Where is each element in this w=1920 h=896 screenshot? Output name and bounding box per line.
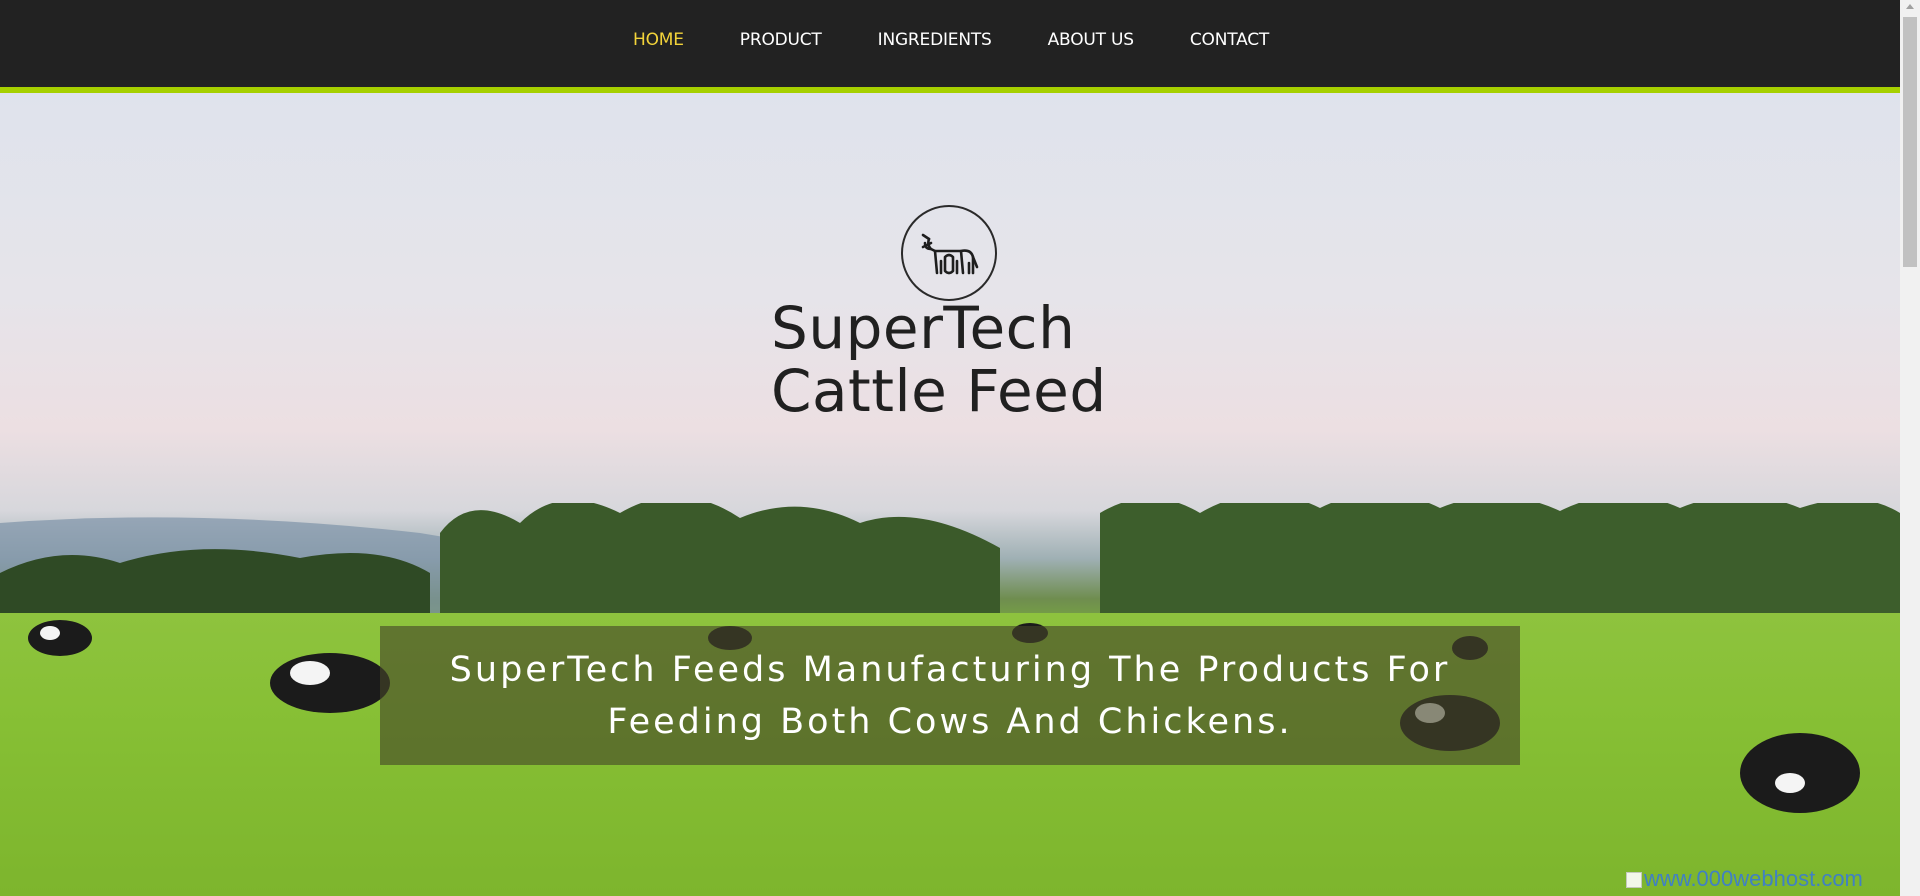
brand-title: SuperTech Cattle Feed	[771, 297, 1191, 423]
watermark-text: www.000webhost.com	[1644, 866, 1863, 891]
top-navbar: HOME PRODUCT INGREDIENTS ABOUT US CONTAC…	[0, 0, 1900, 93]
nav-contact[interactable]: CONTACT	[1190, 30, 1269, 50]
tagline-line2: Feeding Both Cows And Chickens.	[607, 701, 1293, 742]
scroll-up-arrow-icon[interactable]	[1906, 4, 1914, 9]
page-scrollbar[interactable]	[1900, 0, 1920, 896]
cow-icon	[921, 233, 979, 275]
nav-product[interactable]: PRODUCT	[740, 30, 822, 50]
brand-title-line2: Cattle Feed	[771, 357, 1107, 425]
hero-section: SuperTech Cattle Feed SuperTech Feeds Ma…	[0, 93, 1900, 896]
hosting-watermark[interactable]: www.000webhost.com	[1626, 866, 1863, 892]
tagline-banner: SuperTech Feeds Manufacturing The Produc…	[380, 626, 1520, 765]
nav-home[interactable]: HOME	[633, 30, 684, 50]
brand-title-line1: SuperTech	[771, 294, 1076, 362]
nav-menu: HOME PRODUCT INGREDIENTS ABOUT US CONTAC…	[633, 30, 1325, 50]
nav-ingredients[interactable]: INGREDIENTS	[878, 30, 992, 50]
broken-image-icon	[1626, 872, 1642, 889]
nav-about-us[interactable]: ABOUT US	[1048, 30, 1134, 50]
tagline-line1: SuperTech Feeds Manufacturing The Produc…	[449, 649, 1451, 690]
brand-logo[interactable]	[901, 205, 997, 301]
scroll-thumb[interactable]	[1903, 17, 1917, 267]
